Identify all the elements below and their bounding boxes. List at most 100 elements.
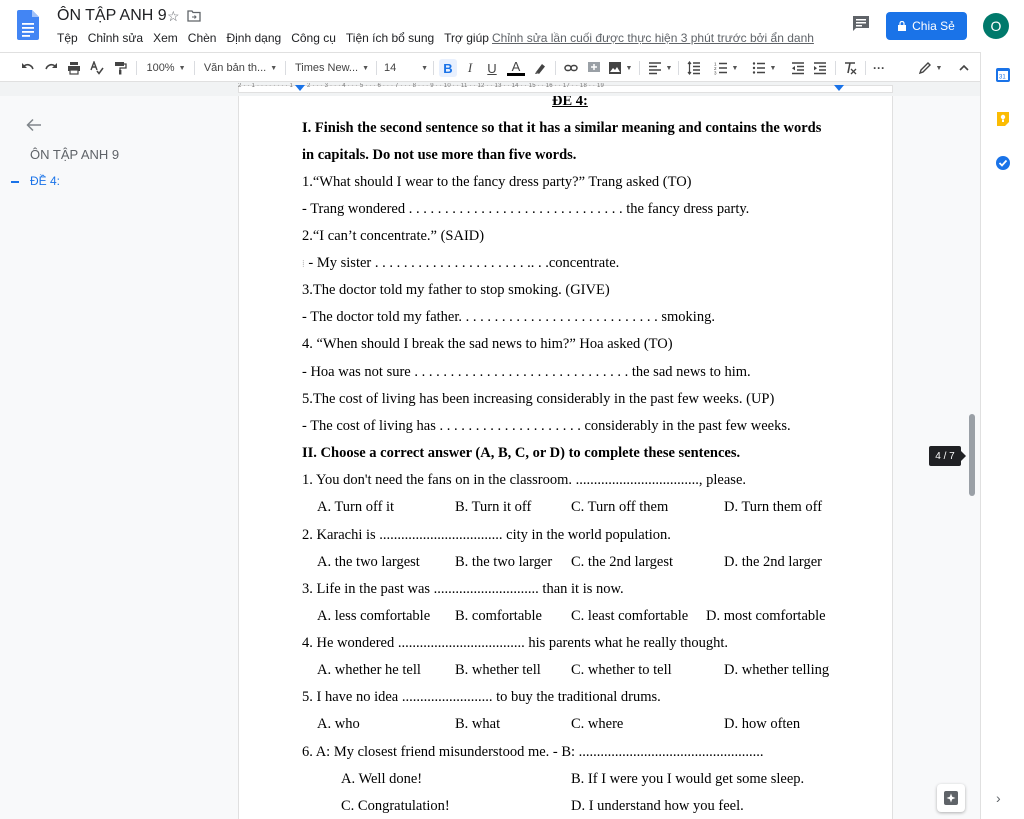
answer-line: - Trang wondered . . . . . . . . . . . .… (302, 201, 750, 217)
part2-title: II. Choose a correct answer (A, B, C, or… (302, 445, 741, 461)
redo-icon (45, 63, 57, 70)
mc-option: C. Turn off them (571, 499, 669, 515)
decrease-indent-button[interactable] (789, 59, 807, 77)
bold-button[interactable]: B (439, 59, 457, 77)
menu-file[interactable]: Tệp (57, 31, 78, 45)
mc-question: 5. I have no idea ......................… (302, 689, 661, 705)
mc-option: D. how often (724, 716, 801, 732)
menu-edit[interactable]: Chỉnh sửa (88, 31, 143, 45)
mc-question: 6. A: My closest friend misunderstood me… (302, 744, 764, 760)
caret-down-icon: ▼ (421, 64, 428, 72)
spellcheck-button[interactable] (88, 59, 106, 77)
mc-question: 2. Karachi is ..........................… (302, 527, 671, 543)
mc-option: D. most comfortable (706, 608, 826, 624)
undo-icon (22, 63, 34, 70)
mc-option: A. who (317, 716, 360, 732)
outline-item-de-4[interactable]: ĐỀ 4: (30, 174, 60, 188)
mc-option: D. Turn them off (724, 499, 823, 515)
undo-button[interactable] (19, 59, 37, 77)
zoom-select[interactable]: 100% ▼ (144, 59, 188, 77)
svg-text:31: 31 (999, 75, 1006, 81)
mc-option: A. Turn off it (317, 499, 395, 515)
paint-format-button[interactable] (111, 59, 129, 77)
print-button[interactable] (65, 59, 83, 77)
mc-option: D. whether telling (724, 662, 830, 678)
part1-title: I. Finish the second sentence so that it… (302, 120, 822, 136)
style-value: Văn bản th... (203, 62, 267, 74)
question-text: 4. “When should I break the sad news to … (302, 336, 673, 352)
toolbar-divider (835, 61, 836, 75)
clear-formatting-button[interactable] (841, 59, 859, 77)
editing-mode-button[interactable]: ▼ (916, 59, 944, 77)
menu-help[interactable]: Trợ giúp (444, 31, 489, 45)
insert-comment-button[interactable] (585, 59, 603, 77)
numbered-list-button[interactable]: 123 ▼ (713, 59, 739, 77)
arrow-back-icon[interactable] (26, 118, 42, 132)
mc-question: 4. He wondered .........................… (302, 635, 729, 651)
mc-question: 1. You don't need the fans on in the cla… (302, 472, 747, 488)
font-select[interactable]: Times New... ▼ (294, 59, 370, 77)
align-left-icon (648, 62, 661, 75)
left-indent-marker[interactable] (295, 85, 305, 91)
question-text: 5.The cost of living has been increasing… (302, 391, 775, 407)
highlight-button[interactable] (531, 59, 549, 77)
header: ÔN TẬP ANH 9 ☆ Tệp Chỉnh sửa Xem Chèn Đị… (0, 0, 1024, 52)
increase-indent-button[interactable] (811, 59, 829, 77)
insert-link-button[interactable] (562, 59, 580, 77)
ruler[interactable]: 2 · · 1 · · · · · · · · 1 · · · 2 · · · … (0, 82, 980, 96)
underline-button[interactable]: U (484, 59, 500, 77)
move-folder-icon[interactable] (187, 10, 201, 22)
align-button[interactable]: ▼ (647, 59, 673, 77)
caret-down-icon: ▼ (935, 64, 943, 72)
scrollbar-thumb[interactable] (969, 414, 975, 496)
menu-format[interactable]: Định dạng (226, 31, 281, 45)
redo-button[interactable] (42, 59, 60, 77)
style-select[interactable]: Văn bản th... ▼ (203, 59, 278, 77)
page-indicator-pointer (961, 451, 966, 461)
menu-tools[interactable]: Công cụ (291, 31, 336, 45)
toolbar-divider (376, 61, 377, 75)
toolbar-divider (194, 61, 195, 75)
document-page[interactable]: ĐỀ 4: I. Finish the second sentence so t… (238, 96, 893, 819)
print-icon (68, 62, 80, 75)
bulleted-list-button[interactable]: ▼ (751, 59, 777, 77)
collapse-toolbar-button[interactable] (955, 59, 973, 77)
chevron-right-icon[interactable]: › (996, 790, 1001, 806)
text-color-button[interactable]: A (507, 59, 525, 76)
calendar-icon[interactable]: 31 (995, 67, 1011, 83)
avatar[interactable]: O (983, 13, 1009, 39)
side-panel: 31 › (980, 52, 1024, 819)
share-button[interactable]: Chia Sẻ (886, 12, 967, 40)
bulleted-list-icon (752, 62, 765, 74)
docs-logo-icon[interactable] (17, 10, 39, 40)
image-icon (608, 62, 621, 74)
insert-image-button[interactable]: ▼ (607, 59, 633, 77)
svg-text:3: 3 (714, 71, 717, 76)
last-edit-link[interactable]: Chỉnh sửa lần cuối được thực hiện 3 phút… (492, 31, 814, 45)
explore-star-icon (944, 791, 958, 805)
mc-option: B. whether tell (455, 662, 541, 678)
comment-history-icon[interactable] (851, 15, 871, 33)
part1-title: in capitals. Do not use more than five w… (302, 147, 577, 163)
font-size-select[interactable]: 14 ▼ (384, 59, 428, 77)
menu-insert[interactable]: Chèn (188, 31, 217, 45)
mc-option: D. I understand how you feel. (571, 798, 744, 814)
document-title[interactable]: ÔN TẬP ANH 9 (57, 7, 167, 25)
explore-button[interactable] (937, 784, 965, 812)
mc-option: B. comfortable (455, 608, 542, 624)
more-options-button[interactable]: ··· (869, 59, 889, 77)
italic-button[interactable]: I (462, 59, 478, 77)
toolbar-divider (285, 61, 286, 75)
mc-option: A. whether he tell (317, 662, 421, 678)
menu-view[interactable]: Xem (153, 31, 178, 45)
toolbar: 100% ▼ Văn bản th... ▼ Times New... ▼ 14 ▼ B… (0, 52, 980, 82)
tasks-icon[interactable] (995, 155, 1011, 171)
mc-option: D. the 2nd larger (724, 554, 822, 570)
right-indent-marker[interactable] (834, 85, 844, 91)
toolbar-divider (865, 61, 866, 75)
answer-line: ⁞ - My sister . . . . . . . . . . . . . … (302, 255, 619, 272)
line-spacing-button[interactable] (685, 59, 703, 77)
keep-notes-icon[interactable] (995, 111, 1011, 127)
menu-addons[interactable]: Tiện ích bổ sung (346, 31, 434, 45)
star-icon[interactable]: ☆ (167, 8, 180, 25)
